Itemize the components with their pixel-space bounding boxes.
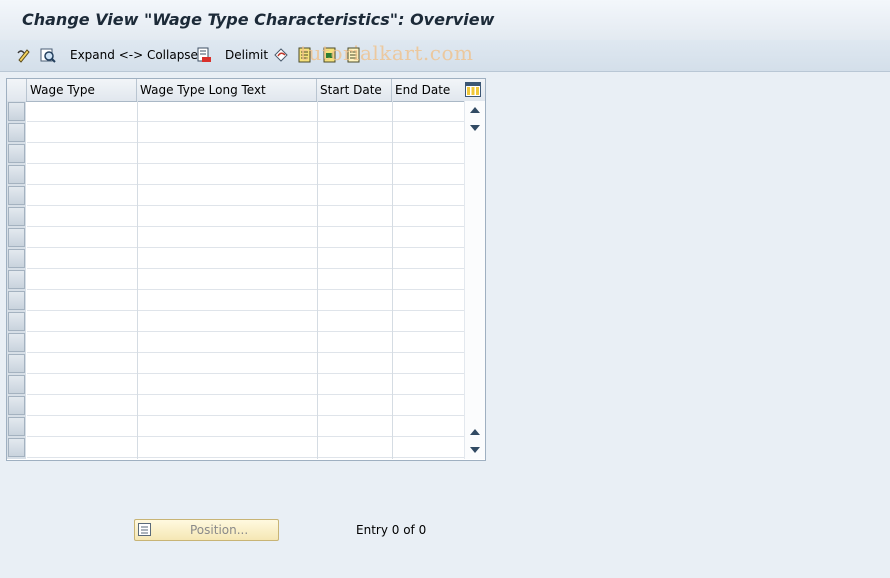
table-row[interactable] <box>27 164 464 185</box>
table-row[interactable] <box>27 374 464 395</box>
column-header-wage-type[interactable]: Wage Type <box>27 79 137 101</box>
row-selector[interactable] <box>8 249 25 268</box>
delimit-icon-button[interactable] <box>196 45 212 65</box>
row-selector[interactable] <box>8 396 25 415</box>
row-selector[interactable] <box>8 165 25 184</box>
column-divider <box>317 101 318 459</box>
column-divider <box>392 101 393 459</box>
column-header-start-date[interactable]: Start Date <box>317 79 392 101</box>
column-settings-icon <box>466 83 480 95</box>
table-row[interactable] <box>27 248 464 269</box>
row-selector[interactable] <box>8 102 25 121</box>
page-up-icon[interactable] <box>470 429 480 435</box>
entry-count: Entry 0 of 0 <box>356 523 427 537</box>
position-button-label: Position... <box>190 523 249 537</box>
table-control: Wage Type Wage Type Long Text Start Date… <box>6 78 486 461</box>
page-title: Change View "Wage Type Characteristics":… <box>22 10 495 29</box>
table-settings-button[interactable] <box>465 82 481 97</box>
row-selector[interactable] <box>8 312 25 331</box>
expand-collapse-label: Expand <-> Collapse <box>70 48 198 62</box>
change-display-icon <box>17 49 30 63</box>
row-selector[interactable] <box>8 228 25 247</box>
scroll-down-icon[interactable] <box>470 447 480 453</box>
scroll-up-icon[interactable] <box>470 107 480 113</box>
row-selector[interactable] <box>8 144 25 163</box>
position-button[interactable]: Position... <box>134 519 279 541</box>
row-selector[interactable] <box>8 270 25 289</box>
table-row[interactable] <box>27 416 464 437</box>
row-selector[interactable] <box>8 291 25 310</box>
delimit-label: Delimit <box>225 48 269 62</box>
delimit-button[interactable]: Delimit <box>225 45 268 65</box>
table-row[interactable] <box>27 395 464 416</box>
column-header-wage-type-long-text[interactable]: Wage Type Long Text <box>137 79 317 101</box>
title-bar: Change View "Wage Type Characteristics":… <box>0 0 890 41</box>
row-selector[interactable] <box>8 186 25 205</box>
table-row[interactable] <box>27 227 464 248</box>
undo-icon <box>274 48 288 62</box>
row-selector[interactable] <box>8 207 25 226</box>
column-divider <box>137 101 138 459</box>
table-row[interactable] <box>27 206 464 227</box>
table-row[interactable] <box>27 332 464 353</box>
table-row[interactable] <box>27 311 464 332</box>
expand-collapse-button[interactable]: Expand <-> Collapse <box>70 45 198 65</box>
table-row[interactable] <box>27 437 464 458</box>
change-display-button[interactable] <box>16 45 32 65</box>
table-header: Wage Type Wage Type Long Text Start Date… <box>7 79 485 102</box>
row-selector-column <box>7 101 26 459</box>
row-selector[interactable] <box>8 333 25 352</box>
table-row[interactable] <box>27 353 464 374</box>
row-selector[interactable] <box>8 438 25 457</box>
table-row[interactable] <box>27 290 464 311</box>
watermark: tutorialkart.com <box>300 41 474 65</box>
details-icon <box>40 48 56 63</box>
details-button[interactable] <box>40 45 56 65</box>
column-header-end-date[interactable]: End Date <box>392 79 464 101</box>
table-row[interactable] <box>27 185 464 206</box>
undo-button[interactable] <box>273 45 289 65</box>
page-down-icon[interactable] <box>470 125 480 131</box>
table-row[interactable] <box>27 122 464 143</box>
row-selector[interactable] <box>8 417 25 436</box>
row-selector[interactable] <box>8 375 25 394</box>
row-selector[interactable] <box>8 354 25 373</box>
table-row[interactable] <box>27 269 464 290</box>
delimit-icon <box>197 47 211 62</box>
table-row[interactable] <box>27 143 464 164</box>
vertical-scrollbar[interactable] <box>464 101 485 459</box>
table-row[interactable] <box>27 101 464 122</box>
select-all-rows-cell[interactable] <box>7 79 27 101</box>
position-icon <box>138 523 151 536</box>
row-selector[interactable] <box>8 123 25 142</box>
